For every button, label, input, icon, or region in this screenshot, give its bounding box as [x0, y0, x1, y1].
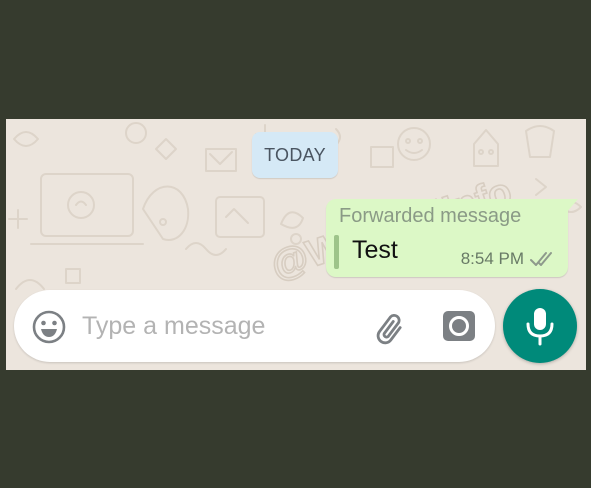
- emoji-icon: [32, 310, 66, 344]
- bubble-tail: [566, 199, 578, 213]
- outgoing-message-bubble[interactable]: Forwarded message Test 8:54 PM: [326, 199, 578, 277]
- date-label: TODAY: [264, 144, 326, 165]
- message-text: Test: [352, 236, 398, 264]
- attach-button[interactable]: [370, 307, 410, 347]
- voice-message-button[interactable]: [503, 289, 577, 363]
- emoji-button[interactable]: [31, 309, 67, 345]
- camera-button[interactable]: [441, 308, 477, 344]
- chat-area: @WABetaInfo TODAY Forwarded message Test…: [6, 119, 586, 370]
- message-time: 8:54 PM: [460, 249, 524, 268]
- double-check-icon: [530, 252, 552, 266]
- date-separator-today: TODAY: [252, 132, 338, 178]
- microphone-icon: [526, 308, 554, 346]
- paperclip-icon: [376, 313, 402, 345]
- message-input[interactable]: [82, 306, 342, 346]
- forwarded-indicator-bar: [334, 235, 339, 269]
- camera-icon: [443, 311, 475, 341]
- message-composer: [14, 290, 495, 362]
- forwarded-label: Forwarded message: [339, 205, 522, 227]
- message-meta: 8:54 PM: [461, 249, 556, 269]
